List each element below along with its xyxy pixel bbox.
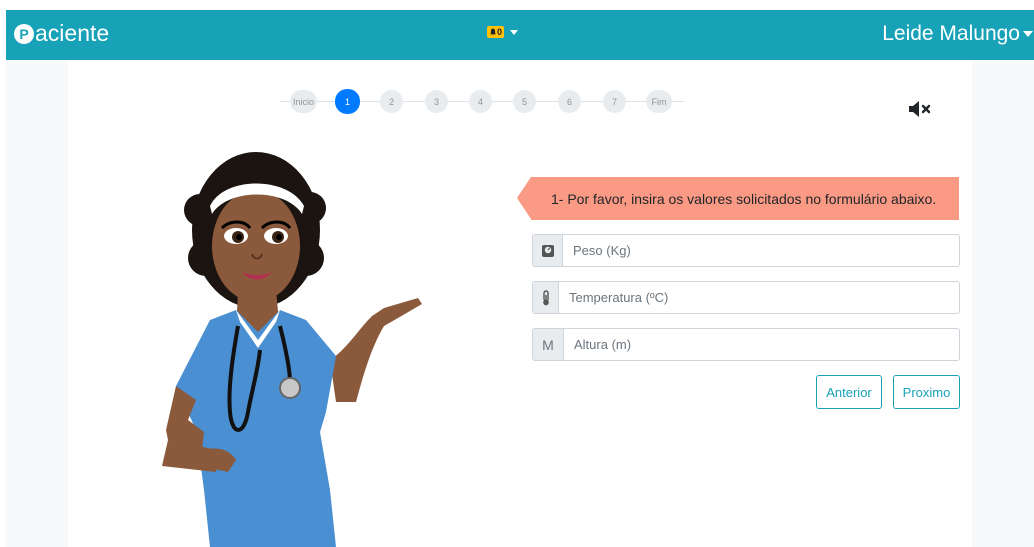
- alert-message: 1- Por favor, insira os valores solicita…: [551, 190, 937, 207]
- step-2[interactable]: 2: [380, 90, 403, 113]
- nurse-illustration: [162, 152, 422, 547]
- scale-icon: [541, 244, 554, 257]
- volume-mute-icon[interactable]: [908, 99, 934, 119]
- alert-pointer: [517, 177, 531, 219]
- brand-badge: P: [14, 23, 34, 44]
- weight-input[interactable]: [563, 235, 959, 266]
- height-addon: M: [533, 329, 564, 360]
- left-gutter: [6, 60, 68, 547]
- step-1[interactable]: 1: [335, 89, 360, 114]
- thermometer-icon: [542, 289, 549, 305]
- height-input[interactable]: [564, 329, 959, 360]
- user-menu[interactable]: Leide Malungo: [882, 22, 1033, 46]
- chevron-down-icon: [1023, 31, 1033, 37]
- user-name: Leide Malungo: [882, 22, 1020, 45]
- step-7[interactable]: 7: [603, 90, 626, 113]
- step-3[interactable]: 3: [425, 90, 448, 113]
- notification-count: 0: [497, 27, 503, 37]
- step-6[interactable]: 6: [558, 90, 581, 113]
- chevron-down-icon: [510, 29, 519, 35]
- temperature-input[interactable]: [559, 282, 959, 313]
- next-button[interactable]: Proximo: [893, 375, 960, 409]
- step-inicio[interactable]: Inicio: [290, 90, 317, 113]
- step-5[interactable]: 5: [513, 90, 536, 113]
- height-field: M: [532, 328, 960, 361]
- temperature-field: [532, 281, 960, 314]
- step-4[interactable]: 4: [469, 90, 492, 113]
- brand-logo[interactable]: P aciente: [14, 20, 109, 47]
- top-navbar: P aciente 0 Leide Malungo: [6, 10, 1034, 60]
- weight-field: [532, 234, 960, 267]
- notifications-dropdown[interactable]: 0: [487, 26, 519, 38]
- instruction-alert: 1- Por favor, insira os valores solicita…: [531, 177, 959, 220]
- right-gutter: [972, 60, 1034, 547]
- wizard-progress: Inicio 1 2 3 4 5 6 7 Fim: [280, 89, 684, 114]
- temperature-addon: [533, 282, 559, 313]
- step-fim[interactable]: Fim: [646, 90, 672, 113]
- brand-text: aciente: [35, 20, 110, 46]
- previous-button[interactable]: Anterior: [816, 375, 882, 409]
- weight-addon: [533, 235, 563, 266]
- notification-badge: 0: [487, 26, 505, 38]
- bell-icon: [489, 28, 497, 36]
